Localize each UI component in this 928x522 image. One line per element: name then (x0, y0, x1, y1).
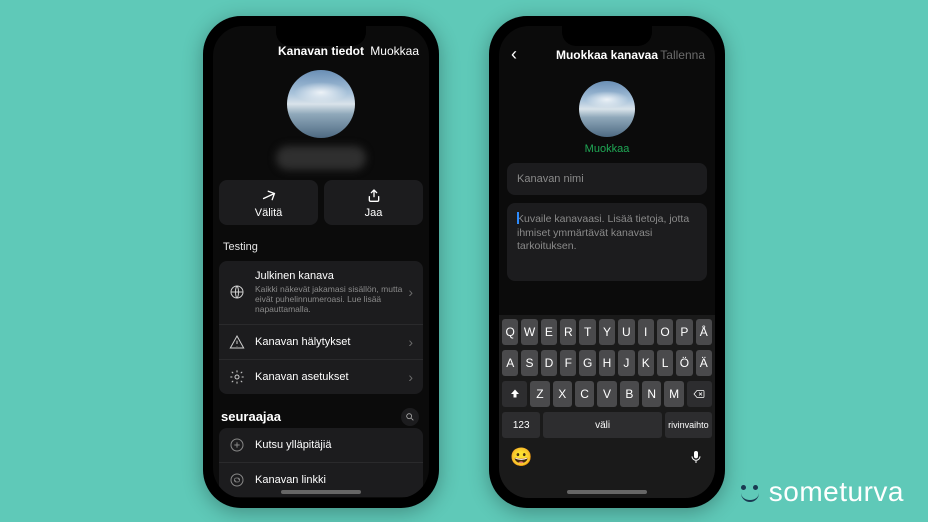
share-button[interactable]: Jaa (324, 180, 423, 225)
link-label: Kanavan linkki (255, 474, 413, 486)
key-c[interactable]: C (575, 381, 594, 407)
plus-icon (229, 437, 245, 453)
channel-description: Testing (213, 233, 429, 261)
chevron-right-icon: › (408, 334, 413, 350)
save-button[interactable]: Tallenna (660, 48, 705, 62)
share-label: Jaa (365, 207, 383, 219)
key-u[interactable]: U (618, 319, 634, 345)
home-indicator[interactable] (281, 490, 361, 494)
channel-name-blurred (276, 146, 366, 170)
search-button[interactable] (401, 408, 419, 426)
text-cursor (517, 212, 519, 224)
channel-settings-item[interactable]: Kanavan asetukset › (219, 360, 423, 394)
key-j[interactable]: J (618, 350, 634, 376)
channel-alerts-item[interactable]: Kanavan hälytykset › (219, 325, 423, 360)
settings-label: Kanavan asetukset (255, 371, 413, 383)
key-ä[interactable]: Ä (696, 350, 712, 376)
key-o[interactable]: O (657, 319, 673, 345)
backspace-icon (692, 388, 706, 400)
forward-button[interactable]: Välitä (219, 180, 318, 225)
numbers-key[interactable]: 123 (502, 412, 540, 438)
key-å[interactable]: Å (696, 319, 712, 345)
key-h[interactable]: H (599, 350, 615, 376)
key-v[interactable]: V (597, 381, 616, 407)
key-y[interactable]: Y (599, 319, 615, 345)
brand-logo: someturva (737, 476, 904, 508)
space-key[interactable]: väli (543, 412, 661, 438)
keyboard-row-3: ZXCVBNM (502, 381, 712, 407)
channel-avatar[interactable] (287, 70, 355, 138)
dictation-button[interactable] (688, 447, 704, 470)
edit-button[interactable]: Muokkaa (370, 44, 419, 58)
desc-placeholder: Kuvaile kanavaasi. Lisää tietoja, jotta … (517, 213, 689, 252)
key-k[interactable]: K (638, 350, 654, 376)
alerts-label: Kanavan hälytykset (255, 336, 413, 348)
share-icon (366, 188, 382, 204)
emoji-button[interactable]: 😀 (510, 447, 532, 470)
key-m[interactable]: M (664, 381, 683, 407)
keyboard: QWERTYUIOPÅ ASDFGHJKLÖÄ ZXCVBNM 123 väli… (499, 315, 715, 498)
alert-icon (229, 334, 245, 350)
key-q[interactable]: Q (502, 319, 518, 345)
key-ö[interactable]: Ö (676, 350, 692, 376)
mic-icon (688, 447, 704, 467)
brand-text: someturva (769, 476, 904, 508)
key-z[interactable]: Z (530, 381, 549, 407)
phone-channel-info: Kanavan tiedot Muokkaa Välitä Jaa Testin… (203, 16, 439, 508)
key-x[interactable]: X (553, 381, 572, 407)
key-i[interactable]: I (638, 319, 654, 345)
header: ‹ Muokkaa kanavaa Tallenna (499, 26, 715, 71)
globe-icon (229, 284, 245, 300)
key-d[interactable]: D (541, 350, 557, 376)
phone-edit-channel: ‹ Muokkaa kanavaa Tallenna Muokkaa Kanav… (489, 16, 725, 508)
shift-icon (509, 388, 521, 400)
key-a[interactable]: A (502, 350, 518, 376)
invite-admins-item[interactable]: Kutsu ylläpitäjiä (219, 428, 423, 463)
key-t[interactable]: T (579, 319, 595, 345)
gear-icon (229, 369, 245, 385)
brand-face-icon (737, 479, 763, 505)
backspace-key[interactable] (687, 381, 712, 407)
channel-desc-input[interactable]: Kuvaile kanavaasi. Lisää tietoja, jotta … (507, 203, 707, 281)
key-e[interactable]: E (541, 319, 557, 345)
channel-name-input[interactable]: Kanavan nimi (507, 163, 707, 195)
key-b[interactable]: B (620, 381, 639, 407)
key-g[interactable]: G (579, 350, 595, 376)
back-button[interactable]: ‹ (509, 44, 517, 65)
shift-key[interactable] (502, 381, 527, 407)
key-f[interactable]: F (560, 350, 576, 376)
invite-label: Kutsu ylläpitäjiä (255, 439, 413, 451)
key-r[interactable]: R (560, 319, 576, 345)
key-s[interactable]: S (521, 350, 537, 376)
keyboard-row-2: ASDFGHJKLÖÄ (502, 350, 712, 376)
forward-label: Välitä (255, 207, 283, 219)
key-n[interactable]: N (642, 381, 661, 407)
search-icon (405, 412, 415, 422)
edit-avatar-link[interactable]: Muokkaa (585, 143, 630, 155)
page-title: Kanavan tiedot (278, 44, 364, 58)
link-icon (229, 472, 245, 488)
name-placeholder: Kanavan nimi (517, 173, 584, 185)
key-p[interactable]: P (676, 319, 692, 345)
key-w[interactable]: W (521, 319, 537, 345)
chevron-right-icon: › (408, 284, 413, 300)
public-channel-item[interactable]: Julkinen kanava Kaikki näkevät jakamasi … (219, 261, 423, 325)
followers-heading: seuraajaa (221, 409, 281, 424)
home-indicator[interactable] (567, 490, 647, 494)
channel-avatar[interactable] (579, 81, 635, 137)
return-key[interactable]: rivinvaihto (665, 412, 712, 438)
key-l[interactable]: L (657, 350, 673, 376)
header: Kanavan tiedot Muokkaa (213, 26, 429, 64)
public-channel-sub: Kaikki näkevät jakamasi sisällön, mutta … (255, 284, 413, 315)
keyboard-row-1: QWERTYUIOPÅ (502, 319, 712, 345)
forward-icon (261, 188, 277, 204)
chevron-right-icon: › (408, 369, 413, 385)
public-channel-title: Julkinen kanava (255, 270, 413, 282)
page-title: Muokkaa kanavaa (556, 48, 658, 62)
